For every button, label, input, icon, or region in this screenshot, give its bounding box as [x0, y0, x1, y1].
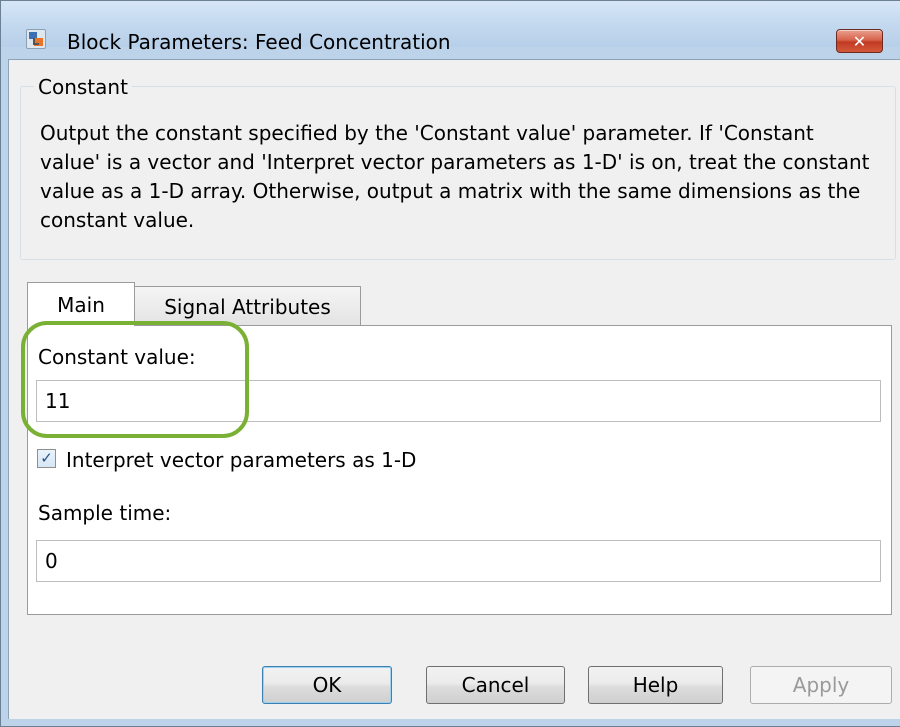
tab-main-label: Main [57, 292, 105, 317]
tab-main[interactable]: Main [27, 282, 135, 326]
group-legend: Constant [34, 75, 132, 99]
interpret-vector-checkbox[interactable]: ✓ [37, 449, 56, 468]
block-parameters-icon [26, 29, 46, 49]
sample-time-label: Sample time: [38, 501, 172, 525]
help-button[interactable]: Help [588, 666, 723, 704]
ok-button[interactable]: OK [262, 666, 392, 704]
interpret-vector-label[interactable]: Interpret vector parameters as 1-D [66, 448, 416, 472]
tab-signal-attributes[interactable]: Signal Attributes [135, 286, 361, 326]
sample-time-field[interactable]: 0 [36, 540, 881, 582]
sample-time-text: 0 [45, 549, 58, 573]
tab-signal-attributes-label: Signal Attributes [164, 294, 331, 319]
block-description: Output the constant specified by the 'Co… [40, 121, 870, 232]
constant-value-field[interactable]: 11 [36, 380, 881, 422]
constant-value-text: 11 [45, 389, 71, 413]
checkmark-icon: ✓ [40, 449, 53, 467]
window-title: Block Parameters: Feed Concentration [67, 30, 451, 54]
title-bar[interactable]: Block Parameters: Feed Concentration ✕ [1, 1, 900, 54]
constant-value-label: Constant value: [38, 345, 196, 369]
cancel-button[interactable]: Cancel [426, 666, 565, 704]
close-icon: ✕ [852, 31, 867, 51]
close-button[interactable]: ✕ [836, 29, 883, 53]
apply-button[interactable]: Apply [750, 666, 892, 704]
